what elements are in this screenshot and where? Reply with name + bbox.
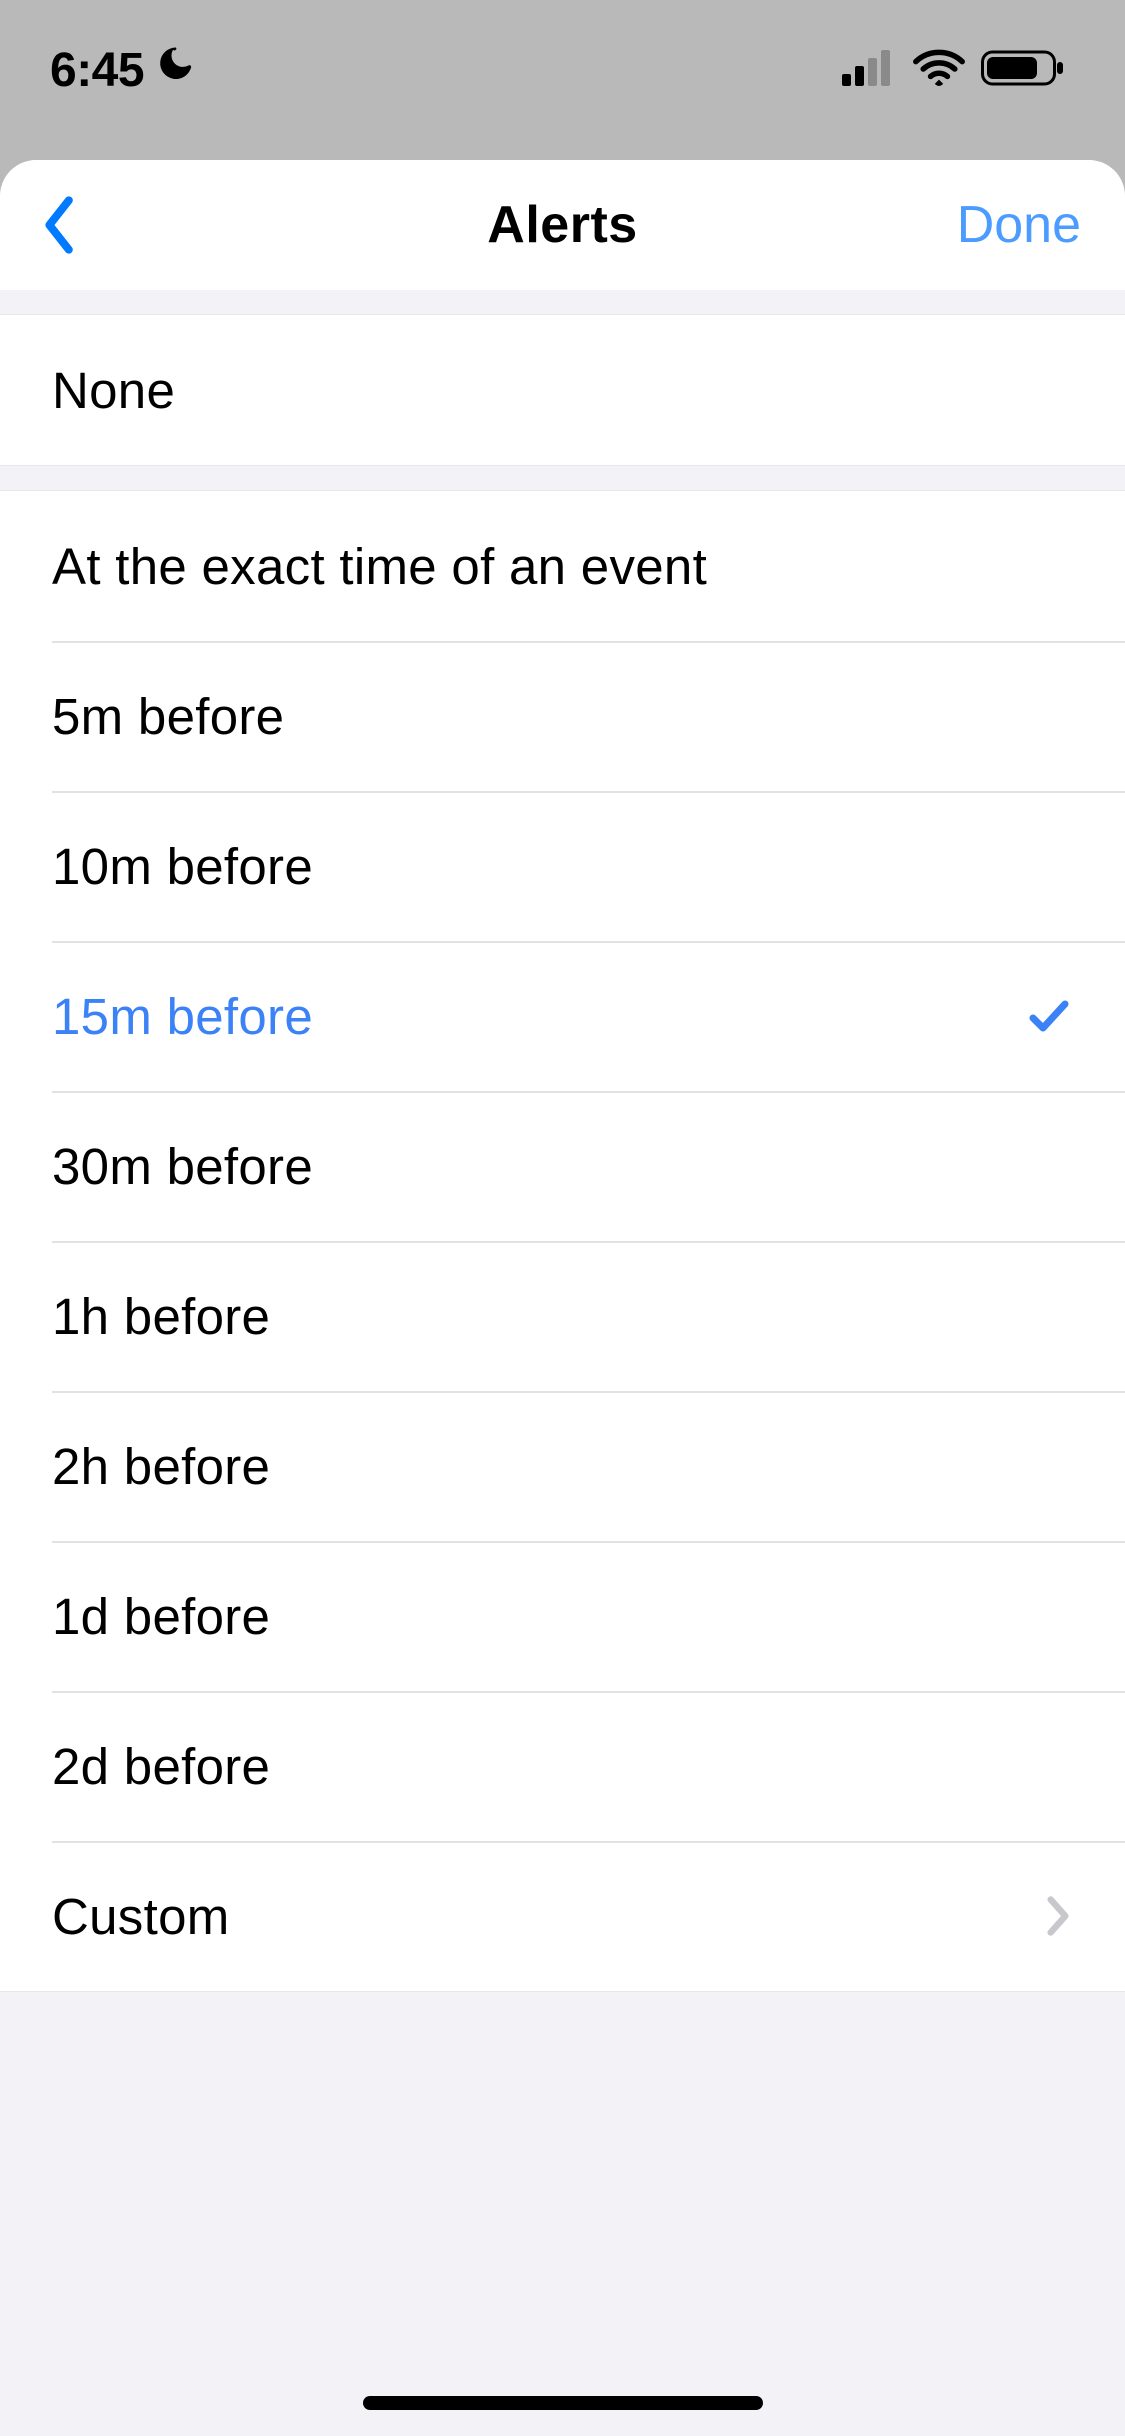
back-button[interactable]	[40, 195, 80, 255]
alert-option-label: 10m before	[52, 837, 313, 896]
status-time: 6:45	[50, 43, 144, 98]
alert-option-label: 2d before	[52, 1737, 270, 1796]
alert-option-none[interactable]: None	[0, 315, 1125, 465]
alert-option-custom[interactable]: Custom	[0, 1841, 1125, 1991]
checkmark-icon	[1025, 992, 1073, 1040]
alert-option-2d[interactable]: 2d before	[0, 1691, 1125, 1841]
alert-option-label: None	[52, 361, 175, 420]
status-left: 6:45	[50, 43, 196, 98]
alert-option-30m[interactable]: 30m before	[0, 1091, 1125, 1241]
alert-option-15m[interactable]: 15m before	[0, 941, 1125, 1091]
home-indicator[interactable]	[363, 2396, 763, 2410]
alert-option-label: 5m before	[52, 687, 284, 746]
page-title: Alerts	[487, 195, 637, 255]
do-not-disturb-icon	[154, 43, 196, 98]
alert-option-label: 2h before	[52, 1437, 270, 1496]
alert-option-label: 30m before	[52, 1137, 313, 1196]
alert-option-10m[interactable]: 10m before	[0, 791, 1125, 941]
content: None At the exact time of an event 5m bef…	[0, 314, 1125, 1992]
alert-option-2h[interactable]: 2h before	[0, 1391, 1125, 1541]
alert-option-label: 1h before	[52, 1287, 270, 1346]
alert-option-label: Custom	[52, 1887, 230, 1946]
alert-option-label: 1d before	[52, 1587, 270, 1646]
chevron-right-icon	[1043, 1894, 1073, 1938]
wifi-icon	[913, 49, 965, 92]
alert-option-1h[interactable]: 1h before	[0, 1241, 1125, 1391]
alert-option-label: 15m before	[52, 987, 313, 1046]
modal-sheet: Alerts Done None At the exact time of an…	[0, 160, 1125, 2436]
alert-option-exact[interactable]: At the exact time of an event	[0, 491, 1125, 641]
list-group-none: None	[0, 314, 1125, 466]
list-group-options: At the exact time of an event 5m before 10…	[0, 490, 1125, 1992]
alert-option-5m[interactable]: 5m before	[0, 641, 1125, 791]
cellular-icon	[842, 50, 897, 91]
alert-option-label: At the exact time of an event	[52, 537, 707, 596]
done-button[interactable]: Done	[957, 195, 1081, 255]
status-right	[842, 49, 1065, 92]
battery-icon	[981, 49, 1065, 92]
navbar: Alerts Done	[0, 160, 1125, 290]
chevron-left-icon	[40, 195, 80, 255]
status-bar: 6:45	[0, 0, 1125, 140]
alert-option-1d[interactable]: 1d before	[0, 1541, 1125, 1691]
